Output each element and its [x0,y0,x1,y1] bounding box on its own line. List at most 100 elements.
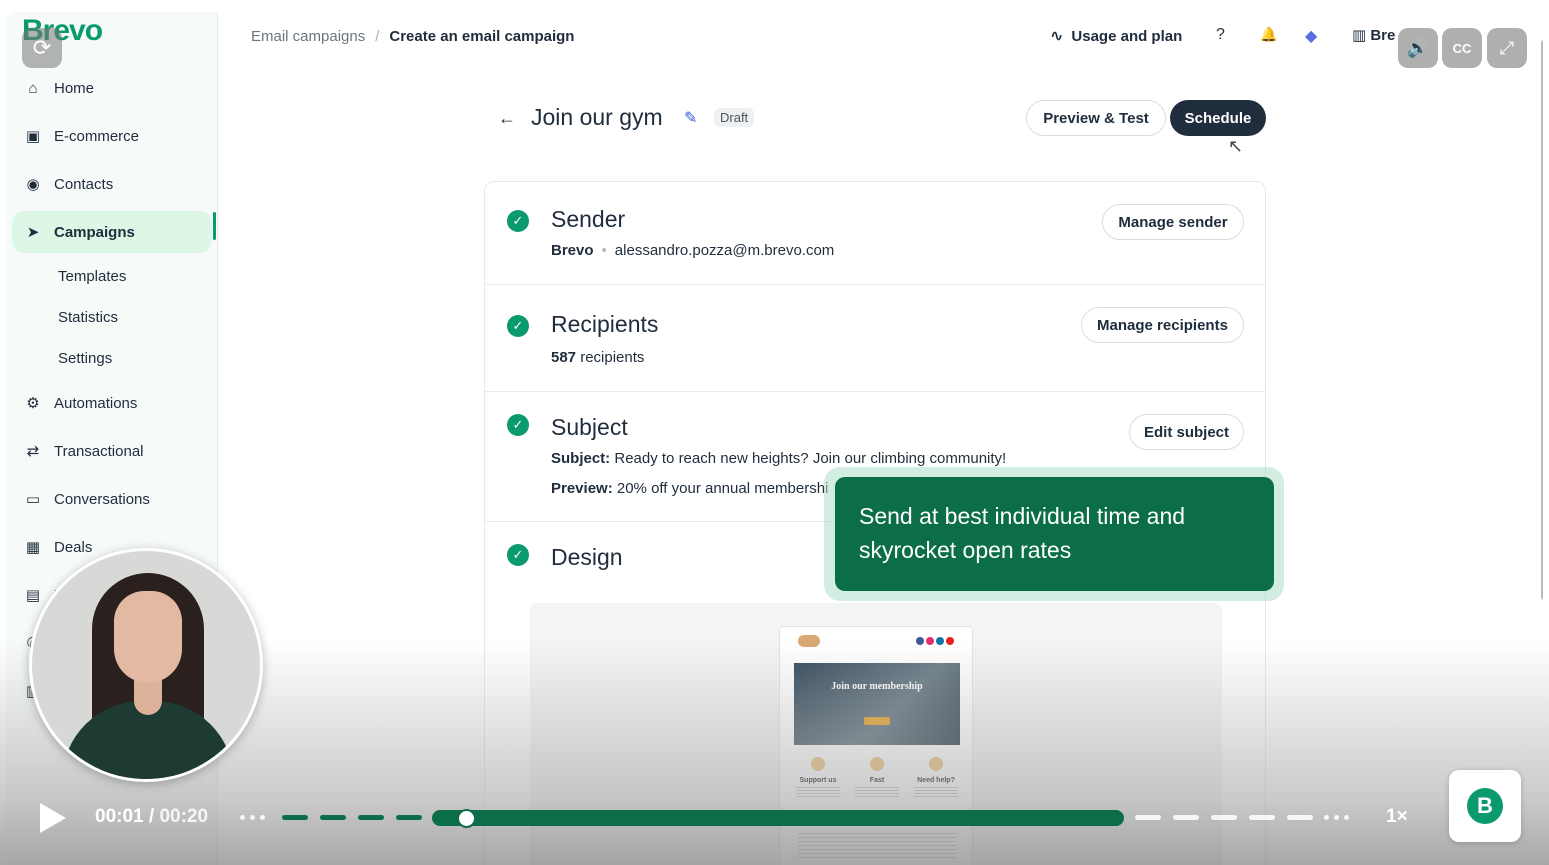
chapter-dots [1324,815,1349,820]
email-thumbnail[interactable]: Join our membership Support us Fast Need… [779,626,973,865]
feature-item: Support us [792,757,844,797]
brevo-icon: B [1467,788,1503,824]
automation-icon: ⚙ [26,395,40,412]
chapter-segment[interactable] [1249,815,1275,820]
sidebar-item-conversations[interactable]: ▭ Conversations [12,475,212,523]
subject-label: Subject: [551,450,611,467]
check-circle-icon: ✓ [507,414,529,436]
usage-and-plan-link[interactable]: ∿ Usage and plan [1050,26,1182,46]
feature-tooltip: Send at best individual time and skyrock… [835,477,1274,591]
chapter-segment[interactable] [1211,815,1237,820]
mouse-cursor-icon: ↖ [1228,136,1244,156]
sidebar-item-label: Campaigns [54,223,135,241]
breadcrumb-parent[interactable]: Email campaigns [251,28,365,45]
chat-icon: ▭ [25,491,41,508]
chapter-segment[interactable] [1135,815,1161,820]
sidebar-item-campaigns[interactable]: ➤ Campaigns [12,211,212,253]
sidebar-subitem-statistics[interactable]: Statistics [12,297,212,338]
chapter-segment[interactable] [1287,815,1313,820]
sidebar-item-label: Contacts [54,175,114,193]
email-paragraph [798,833,956,859]
time-display: 00:01 / 00:20 [95,806,208,828]
schedule-button[interactable]: Schedule [1170,100,1266,136]
section-title: Design [551,544,623,570]
status-badge: Draft [714,108,755,127]
campaign-title: Join our gym [531,104,663,130]
chapter-segment[interactable] [358,815,384,820]
sidebar-subitem-settings[interactable]: Settings [12,338,212,379]
diamond-icon[interactable]: ◆ [1305,26,1317,46]
email-hero-image: Join our membership [794,663,960,745]
sidebar-item-label: E-commerce [54,127,140,145]
sidebar-item-label: Transactional [54,442,144,460]
help-icon[interactable]: ? [1216,26,1225,44]
sender-name: Brevo [551,242,594,259]
recipients-section: ✓ Recipients 587 recipients Manage recip… [485,285,1265,392]
active-indicator [213,212,216,240]
time-separator: / [148,806,155,827]
recipients-count: 587 recipients [551,349,644,366]
brevo-chat-button[interactable]: B [1449,770,1521,842]
sidebar-item-automations[interactable]: ⚙ Automations [12,379,212,427]
breadcrumb-separator: / [375,28,380,45]
progress-handle[interactable] [457,809,477,828]
check-circle-icon: ✓ [507,210,529,232]
chapter-segment[interactable] [282,815,308,820]
volume-icon[interactable]: 🔊 [1398,28,1438,68]
transfer-icon: ⇄ [26,443,40,460]
play-icon[interactable] [40,803,66,833]
sidebar-item-ecommerce[interactable]: ▣ E-commerce [12,112,212,160]
instagram-icon [926,637,934,645]
preview-test-button[interactable]: Preview & Test [1026,100,1166,136]
total-time: 00:20 [159,806,209,827]
manage-recipients-button[interactable]: Manage recipients [1081,307,1244,343]
breadcrumb-current: Create an email campaign [389,28,575,45]
chapter-segment[interactable] [1173,815,1199,820]
presenter-video [29,548,263,782]
email-hero-button [864,717,890,725]
edit-subject-button[interactable]: Edit subject [1129,414,1244,450]
fullscreen-icon[interactable]: ⤢ [1487,28,1527,68]
back-arrow-icon[interactable]: ← [498,108,516,129]
manage-sender-button[interactable]: Manage sender [1102,204,1244,240]
facebook-icon [916,637,924,645]
sidebar-item-transactional[interactable]: ⇄ Transactional [12,427,212,475]
email-features: Support us Fast Need help? [792,757,962,797]
clock-icon [870,757,884,771]
scrollbar[interactable] [1541,40,1543,600]
sidebar-item-label: Conversations [54,490,150,508]
feature-item: Fast [851,757,903,797]
deals-icon: ▦ [25,539,41,556]
building-icon: ▥ [1352,27,1371,44]
section-title: Recipients [551,311,659,337]
sidebar-item-label: Automations [54,394,138,412]
recipient-suffix: recipients [580,349,645,366]
social-icons [916,637,954,645]
breadcrumb: Email campaigns / Create an email campai… [251,28,574,45]
usage-label: Usage and plan [1071,27,1183,45]
sidebar-item-contacts[interactable]: ◉ Contacts [12,160,212,208]
sidebar-subitem-templates[interactable]: Templates [12,256,212,297]
shopping-bag-icon: ▣ [25,128,41,145]
chapter-segment[interactable] [320,815,346,820]
calendar-icon: ▤ [25,587,41,604]
feature-item: Need help? [910,757,962,797]
refresh-icon[interactable]: ⟳ [22,28,62,68]
pencil-icon[interactable]: ✎ [684,108,697,128]
youtube-icon [946,637,954,645]
progress-track[interactable] [432,810,1124,826]
sidebar-item-home[interactable]: ⌂ Home [12,64,212,112]
user-circle-icon: ◉ [26,176,40,193]
captions-icon[interactable]: CC [1442,28,1482,68]
preview-value: 20% off your annual membershi [616,480,829,497]
playback-speed[interactable]: 1× [1386,806,1408,828]
bell-icon[interactable]: 🔔 [1260,26,1277,43]
company-name: Bre [1370,27,1396,44]
sidebar-item-label: Deals [54,538,93,556]
preview-line: Preview: 20% off your annual membershi [551,480,828,497]
company-menu[interactable]: ▥ Bre [1352,26,1395,44]
email-logo [798,635,820,647]
recipient-number: 587 [551,349,577,366]
chapter-segment[interactable] [396,815,422,820]
preview-label: Preview: [551,480,613,497]
